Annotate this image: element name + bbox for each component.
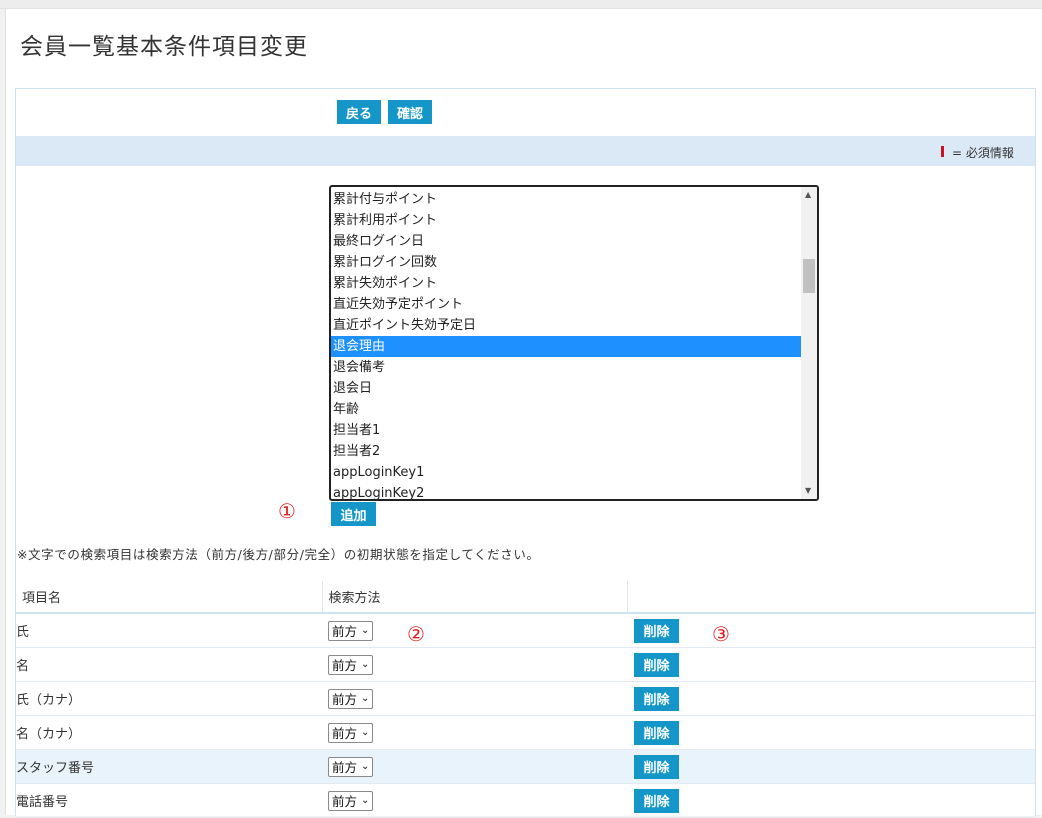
search-method-select[interactable]: 前方 ⌄ — [328, 688, 374, 709]
form-panel: 戻る 確認 = 必須情報 累計付与ポイント 累計利用ポイント 最終ログイン日 累計ログ… — [15, 88, 1036, 818]
listbox-option[interactable]: 最終ログイン日 — [331, 231, 801, 252]
listbox-options: 累計付与ポイント 累計利用ポイント 最終ログイン日 累計ログイン回数 累計失効ポイント直… — [331, 189, 801, 499]
search-method-value: 前方 — [332, 692, 358, 707]
listbox-option[interactable]: appLoginKey1 — [331, 462, 801, 483]
listbox-option[interactable]: 累計失効ポイント — [331, 273, 801, 294]
listbox-option[interactable]: 累計付与ポイント — [331, 189, 801, 210]
action-cell: 削除 — [627, 647, 1035, 682]
search-method-value: 前方 — [332, 760, 358, 775]
table-header-row: 項目名 検索方法 — [16, 581, 1036, 614]
listbox-option[interactable]: 年齢 — [331, 399, 801, 420]
table-row: 名（カナ） 前方 ⌄ 削除 — [16, 715, 1035, 750]
back-button[interactable]: 戻る — [337, 100, 381, 124]
listbox-option[interactable]: 直近ポイント失効予定日 — [331, 315, 801, 336]
browser-top-strip — [0, 0, 1042, 9]
annotation-three: ③ — [712, 622, 730, 646]
delete-button[interactable]: 削除 — [634, 686, 679, 711]
chevron-down-icon: ⌄ — [361, 625, 370, 636]
search-method-select[interactable]: 前方 ⌄ — [328, 620, 374, 641]
annotation-two: ② — [407, 622, 425, 646]
annotation-one: ① — [278, 499, 296, 523]
item-name-cell: 名（カナ） — [16, 715, 322, 750]
search-method-cell: 前方 ⌄ — [322, 681, 627, 716]
table-row: 電話番号 前方 ⌄ 削除 — [16, 783, 1035, 818]
chevron-down-icon: ⌄ — [361, 761, 370, 772]
item-listbox[interactable]: 累計付与ポイント 累計利用ポイント 最終ログイン日 累計ログイン回数 累計失効ポイント直… — [329, 185, 819, 501]
listbox-option[interactable]: 累計利用ポイント — [331, 210, 801, 231]
action-cell: 削除 — [627, 715, 1035, 750]
table-row: 氏（カナ） 前方 ⌄ 削除 — [16, 681, 1035, 716]
item-name-cell: 名 — [16, 647, 322, 682]
listbox-option[interactable]: appLoginKey2 — [331, 483, 801, 499]
required-legend-bar: = 必須情報 — [16, 136, 1035, 166]
item-name-cell: スタッフ番号 — [16, 749, 322, 784]
search-method-cell: 前方 ⌄ — [322, 783, 627, 818]
scroll-thumb[interactable] — [803, 259, 815, 293]
delete-button[interactable]: 削除 — [634, 754, 679, 779]
action-cell: 削除 — [627, 681, 1035, 716]
search-method-value: 前方 — [332, 658, 358, 673]
chevron-down-icon: ⌄ — [361, 795, 370, 806]
item-table: 項目名 検索方法 氏前方 ⌄ 削除名前方 ⌄ 削除 氏（カナ） 前方 ⌄ 削除 名（カナ） 前方 ⌄ 削… — [16, 581, 1036, 818]
chevron-down-icon: ⌄ — [361, 727, 370, 738]
listbox-option[interactable]: 担当者1 — [331, 420, 801, 441]
listbox-scrollbar[interactable]: ▲ ▼ — [801, 187, 817, 499]
delete-button[interactable]: 削除 — [634, 788, 679, 813]
listbox-option[interactable]: 直近失効予定ポイント — [331, 294, 801, 315]
search-method-cell: 前方 ⌄ — [322, 647, 627, 682]
scroll-up-icon[interactable]: ▲ — [805, 191, 811, 199]
listbox-option[interactable]: 担当者2 — [331, 441, 801, 462]
action-cell: 削除 — [627, 783, 1035, 818]
item-name-cell: 電話番号 — [16, 783, 322, 818]
header-actions — [626, 581, 1036, 614]
delete-button[interactable]: 削除 — [634, 652, 679, 677]
listbox-option[interactable]: 退会備考 — [331, 357, 801, 378]
delete-button[interactable]: 削除 — [634, 618, 679, 643]
search-method-select[interactable]: 前方 ⌄ — [328, 654, 374, 675]
search-method-cell: 前方 ⌄ — [322, 613, 627, 648]
listbox-option[interactable]: 退会日 — [331, 378, 801, 399]
search-method-select[interactable]: 前方 ⌄ — [328, 790, 374, 811]
search-method-value: 前方 — [332, 726, 358, 741]
required-mark-icon — [941, 146, 944, 157]
scroll-down-icon[interactable]: ▼ — [805, 487, 811, 495]
delete-button[interactable]: 削除 — [634, 720, 679, 745]
page-container: 会員一覧基本条件項目変更 戻る 確認 = 必須情報 累計付与ポイント 累計利用ポイ… — [5, 9, 1042, 818]
search-method-cell: 前方 ⌄ — [322, 715, 627, 750]
search-method-cell: 前方 ⌄ — [322, 749, 627, 784]
action-cell: 削除 — [627, 613, 1035, 648]
confirm-button[interactable]: 確認 — [388, 100, 432, 124]
chevron-down-icon: ⌄ — [361, 693, 370, 704]
chevron-down-icon: ⌄ — [361, 659, 370, 670]
listbox-option[interactable]: 退会理由 — [331, 336, 801, 357]
item-name-cell: 氏（カナ） — [16, 681, 322, 716]
search-method-value: 前方 — [332, 624, 358, 639]
add-button[interactable]: 追加 — [331, 502, 376, 526]
listbox-option[interactable]: 累計ログイン回数 — [331, 252, 801, 273]
table-row: 氏前方 ⌄ 削除 — [16, 613, 1035, 648]
search-method-note: ※文字での検索項目は検索方法（前方/後方/部分/完全）の初期状態を指定してくださ… — [17, 547, 540, 562]
search-method-value: 前方 — [332, 794, 358, 809]
header-item-name: 項目名 — [16, 581, 322, 614]
table-row: 名前方 ⌄ 削除 — [16, 647, 1035, 682]
search-method-select[interactable]: 前方 ⌄ — [328, 756, 374, 777]
action-cell: 削除 — [627, 749, 1035, 784]
required-legend-text: = 必須情報 — [952, 146, 1014, 160]
table-row: スタッフ番号 前方 ⌄ 削除 — [16, 749, 1035, 784]
page-title: 会員一覧基本条件項目変更 — [20, 34, 308, 60]
item-name-cell: 氏 — [16, 613, 322, 648]
header-search-method: 検索方法 — [321, 581, 627, 614]
search-method-select[interactable]: 前方 ⌄ — [328, 722, 374, 743]
